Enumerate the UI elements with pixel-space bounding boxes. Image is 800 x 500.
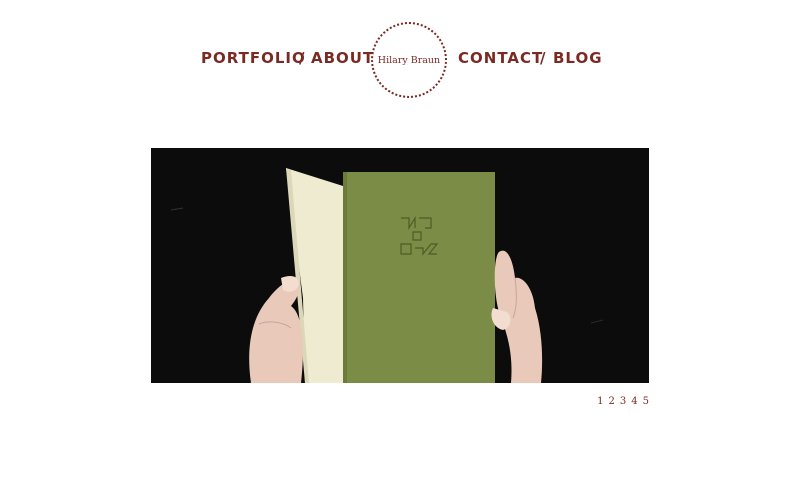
nav-portfolio-link[interactable]: PORTFOLIO	[201, 49, 306, 67]
pager-page-2[interactable]: 2	[609, 396, 615, 407]
slideshow-image[interactable]	[151, 148, 649, 383]
site-logo[interactable]: Hilary Braun	[371, 22, 447, 98]
pager-page-1[interactable]: 1	[597, 396, 603, 407]
nav-contact-link[interactable]: CONTACT	[458, 49, 543, 67]
book-photo-icon	[151, 148, 649, 383]
nav-separator: /	[299, 49, 305, 67]
slideshow-pager: 1 2 3 4 5	[597, 396, 649, 407]
nav-about-link[interactable]: ABOUT	[311, 49, 374, 67]
logo-text: Hilary Braun	[377, 54, 441, 66]
pager-page-4[interactable]: 4	[631, 396, 637, 407]
pager-page-5[interactable]: 5	[643, 396, 649, 407]
pager-page-3[interactable]: 3	[620, 396, 626, 407]
nav-blog-link[interactable]: BLOG	[553, 49, 603, 67]
nav-separator: /	[540, 49, 546, 67]
